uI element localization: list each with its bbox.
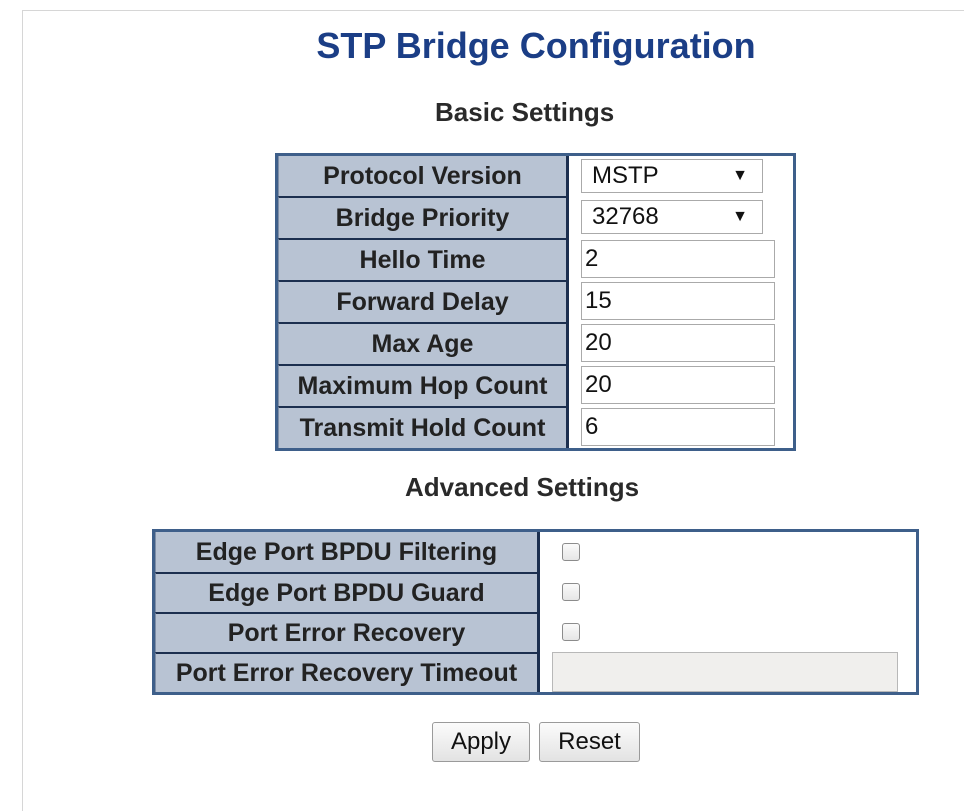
basic-settings-table: Protocol Version MSTP ▼ Bridge Priority … <box>275 153 796 451</box>
left-divider <box>22 10 23 811</box>
advanced-settings-table: Edge Port BPDU Filtering Edge Port BPDU … <box>152 529 919 695</box>
row-port-error-recovery: Port Error Recovery <box>155 612 916 652</box>
transmit-hold-count-input[interactable] <box>581 408 775 446</box>
row-edge-bpdu-filtering: Edge Port BPDU Filtering <box>155 532 916 572</box>
stp-bridge-config-page: STP Bridge Configuration Basic Settings … <box>0 0 972 811</box>
row-port-error-recovery-timeout: Port Error Recovery Timeout <box>155 652 916 692</box>
hello-time-cell <box>569 238 793 280</box>
max-age-input[interactable] <box>581 324 775 362</box>
edge-bpdu-filtering-label: Edge Port BPDU Filtering <box>155 532 540 572</box>
row-bridge-priority: Bridge Priority 32768 ▼ <box>278 196 793 238</box>
protocol-version-cell: MSTP ▼ <box>569 156 793 196</box>
reset-button[interactable]: Reset <box>539 722 640 762</box>
transmit-hold-count-label: Transmit Hold Count <box>278 406 569 448</box>
row-forward-delay: Forward Delay <box>278 280 793 322</box>
port-error-recovery-checkbox[interactable] <box>562 623 580 641</box>
protocol-version-label: Protocol Version <box>278 156 569 196</box>
forward-delay-label: Forward Delay <box>278 280 569 322</box>
edge-bpdu-filtering-cell <box>540 532 916 572</box>
bridge-priority-select[interactable]: 32768 ▼ <box>581 200 763 234</box>
row-hello-time: Hello Time <box>278 238 793 280</box>
max-hop-count-input[interactable] <box>581 366 775 404</box>
max-hop-count-cell <box>569 364 793 406</box>
max-hop-count-label: Maximum Hop Count <box>278 364 569 406</box>
dropdown-arrow-icon: ▼ <box>732 167 748 184</box>
bridge-priority-cell: 32768 ▼ <box>569 196 793 238</box>
row-max-age: Max Age <box>278 322 793 364</box>
hello-time-input[interactable] <box>581 240 775 278</box>
protocol-version-select[interactable]: MSTP ▼ <box>581 159 763 193</box>
row-protocol-version: Protocol Version MSTP ▼ <box>278 156 793 196</box>
port-error-recovery-timeout-label: Port Error Recovery Timeout <box>155 652 540 692</box>
hello-time-label: Hello Time <box>278 238 569 280</box>
port-error-recovery-label: Port Error Recovery <box>155 612 540 652</box>
basic-settings-heading: Basic Settings <box>435 97 615 127</box>
edge-bpdu-filtering-checkbox[interactable] <box>562 543 580 561</box>
port-error-recovery-timeout-input <box>552 652 898 692</box>
apply-button[interactable]: Apply <box>432 722 530 762</box>
protocol-version-value: MSTP <box>592 162 659 189</box>
port-error-recovery-timeout-cell <box>540 652 916 692</box>
top-divider <box>22 10 964 11</box>
forward-delay-input[interactable] <box>581 282 775 320</box>
max-age-label: Max Age <box>278 322 569 364</box>
advanced-settings-heading: Advanced Settings <box>405 472 640 502</box>
edge-bpdu-guard-cell <box>540 572 916 612</box>
bridge-priority-label: Bridge Priority <box>278 196 569 238</box>
edge-bpdu-guard-label: Edge Port BPDU Guard <box>155 572 540 612</box>
port-error-recovery-cell <box>540 612 916 652</box>
forward-delay-cell <box>569 280 793 322</box>
dropdown-arrow-icon: ▼ <box>732 208 748 225</box>
row-edge-bpdu-guard: Edge Port BPDU Guard <box>155 572 916 612</box>
transmit-hold-count-cell <box>569 406 793 448</box>
bridge-priority-value: 32768 <box>592 203 659 230</box>
page-title: STP Bridge Configuration <box>316 25 756 66</box>
max-age-cell <box>569 322 793 364</box>
edge-bpdu-guard-checkbox[interactable] <box>562 583 580 601</box>
row-transmit-hold-count: Transmit Hold Count <box>278 406 793 448</box>
row-max-hop-count: Maximum Hop Count <box>278 364 793 406</box>
